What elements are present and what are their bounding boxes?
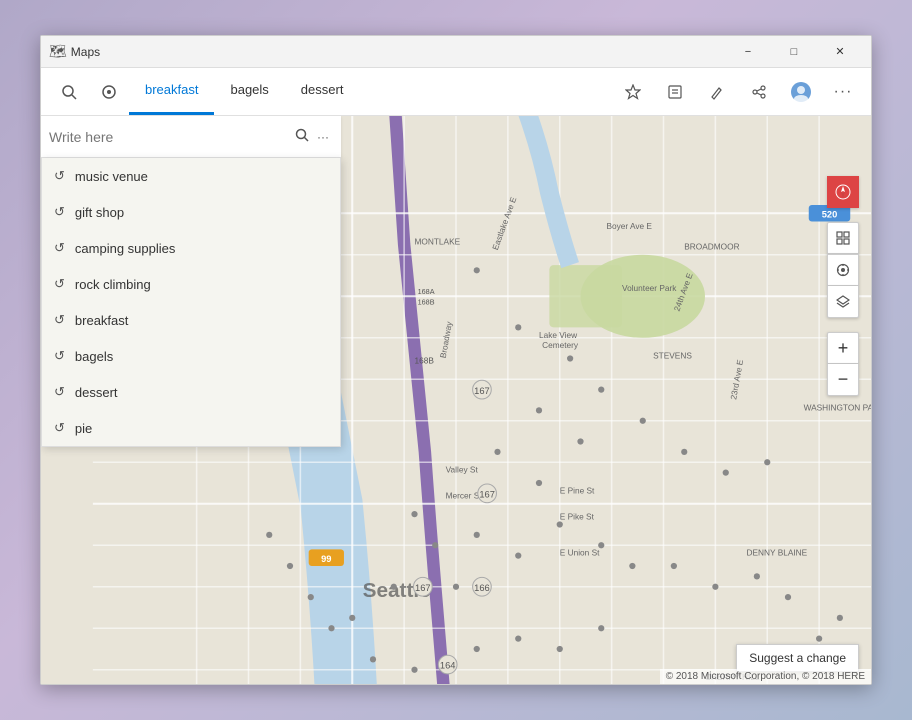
- suggestion-bagels[interactable]: ↺ bagels: [42, 338, 340, 374]
- collections-icon: [667, 84, 683, 100]
- history-icon-1: ↺: [54, 168, 65, 184]
- map-layers-button[interactable]: [827, 286, 859, 318]
- svg-text:E Union St: E Union St: [560, 548, 600, 558]
- toolbar: breakfast bagels dessert: [41, 68, 871, 116]
- suggest-change-button[interactable]: Suggest a change: [736, 644, 859, 672]
- suggestion-gift-shop[interactable]: ↺ gift shop: [42, 194, 340, 230]
- svg-text:E Pike St: E Pike St: [560, 511, 595, 521]
- svg-text:167: 167: [415, 583, 431, 593]
- svg-text:E Pine St: E Pine St: [560, 485, 595, 495]
- tab-dessert[interactable]: dessert: [285, 67, 360, 115]
- tab-breakfast[interactable]: breakfast: [129, 67, 214, 115]
- search-toolbar-icon[interactable]: [49, 72, 89, 112]
- zoom-out-button[interactable]: −: [827, 364, 859, 396]
- collections-button[interactable]: [655, 72, 695, 112]
- star-icon: [625, 84, 641, 100]
- svg-text:Lake View: Lake View: [539, 330, 578, 340]
- map-style-controls: [827, 222, 859, 318]
- search-input[interactable]: [49, 129, 291, 145]
- grid-icon: [836, 231, 850, 245]
- maximize-button[interactable]: □: [771, 36, 817, 68]
- directions-icon: [101, 84, 117, 100]
- compass-icon: [835, 184, 851, 200]
- svg-text:166: 166: [474, 583, 490, 593]
- svg-text:MONTLAKE: MONTLAKE: [415, 236, 461, 246]
- suggestion-camping-supplies[interactable]: ↺ camping supplies: [42, 230, 340, 266]
- svg-text:168B: 168B: [415, 356, 435, 366]
- map-area: 520 99 Seattle: [41, 116, 871, 684]
- minimize-button[interactable]: −: [725, 36, 771, 68]
- location-icon: [836, 263, 850, 277]
- account-button[interactable]: [781, 72, 821, 112]
- suggestion-music-venue[interactable]: ↺ music venue: [42, 158, 340, 194]
- suggestions-dropdown: ↺ music venue ↺ gift shop ↺ camping supp…: [41, 158, 341, 447]
- directions-toolbar-icon[interactable]: [89, 72, 129, 112]
- history-icon-3: ↺: [54, 240, 65, 256]
- window-title: Maps: [71, 45, 725, 59]
- more-button[interactable]: ···: [823, 72, 863, 112]
- suggestion-dessert[interactable]: ↺ dessert: [42, 374, 340, 410]
- svg-text:Cemetery: Cemetery: [542, 340, 579, 350]
- svg-text:Boyer Ave E: Boyer Ave E: [606, 221, 652, 231]
- search-more-button[interactable]: ···: [313, 126, 333, 148]
- history-icon-6: ↺: [54, 348, 65, 364]
- draw-button[interactable]: [697, 72, 737, 112]
- history-icon-7: ↺: [54, 384, 65, 400]
- svg-text:Volunteer Park: Volunteer Park: [622, 283, 677, 293]
- svg-text:167: 167: [479, 490, 495, 500]
- search-submit-icon: [295, 128, 309, 142]
- map-copyright: © 2018 Microsoft Corporation, © 2018 HER…: [660, 669, 871, 684]
- share-button[interactable]: [739, 72, 779, 112]
- map-grid-button[interactable]: [827, 222, 859, 254]
- zoom-in-button[interactable]: +: [827, 332, 859, 364]
- history-icon-8: ↺: [54, 420, 65, 436]
- zoom-controls: + −: [827, 332, 859, 396]
- close-button[interactable]: ✕: [817, 36, 863, 68]
- svg-text:Mercer St: Mercer St: [446, 491, 483, 501]
- svg-text:BROADMOOR: BROADMOOR: [684, 242, 739, 252]
- search-box-container: ···: [41, 116, 341, 158]
- tab-bagels[interactable]: bagels: [214, 67, 284, 115]
- svg-text:167: 167: [474, 386, 490, 396]
- suggestion-pie[interactable]: ↺ pie: [42, 410, 340, 446]
- suggestion-rock-climbing[interactable]: ↺ rock climbing: [42, 266, 340, 302]
- search-tabs: breakfast bagels dessert: [129, 68, 613, 115]
- draw-icon: [709, 84, 725, 100]
- svg-text:WASHINGTON PARK: WASHINGTON PARK: [804, 402, 871, 412]
- maps-window: 🗺 Maps − □ ✕ breakfast bagels: [40, 35, 872, 685]
- search-overlay: ··· ↺ music venue ↺ gift shop ↺ camping …: [41, 116, 341, 447]
- title-bar: 🗺 Maps − □ ✕: [41, 36, 871, 68]
- svg-text:STEVENS: STEVENS: [653, 351, 692, 361]
- history-icon-5: ↺: [54, 312, 65, 328]
- svg-text:DENNY BLAINE: DENNY BLAINE: [747, 548, 808, 558]
- map-location-button[interactable]: [827, 254, 859, 286]
- map-controls: + −: [827, 176, 859, 396]
- account-icon: [790, 81, 812, 103]
- history-icon-4: ↺: [54, 276, 65, 292]
- svg-text:Valley St: Valley St: [446, 465, 479, 475]
- search-icon: [61, 84, 77, 100]
- toolbar-right: ···: [613, 72, 863, 112]
- svg-text:168A: 168A: [418, 287, 435, 296]
- search-submit-button[interactable]: [291, 124, 313, 149]
- history-icon-2: ↺: [54, 204, 65, 220]
- svg-text:99: 99: [321, 554, 331, 564]
- compass-button[interactable]: [827, 176, 859, 208]
- svg-text:168B: 168B: [418, 298, 435, 307]
- suggestion-breakfast[interactable]: ↺ breakfast: [42, 302, 340, 338]
- favorites-button[interactable]: [613, 72, 653, 112]
- svg-text:164: 164: [440, 661, 456, 671]
- share-icon: [751, 84, 767, 100]
- window-controls: − □ ✕: [725, 36, 863, 68]
- layers-icon: [836, 295, 850, 309]
